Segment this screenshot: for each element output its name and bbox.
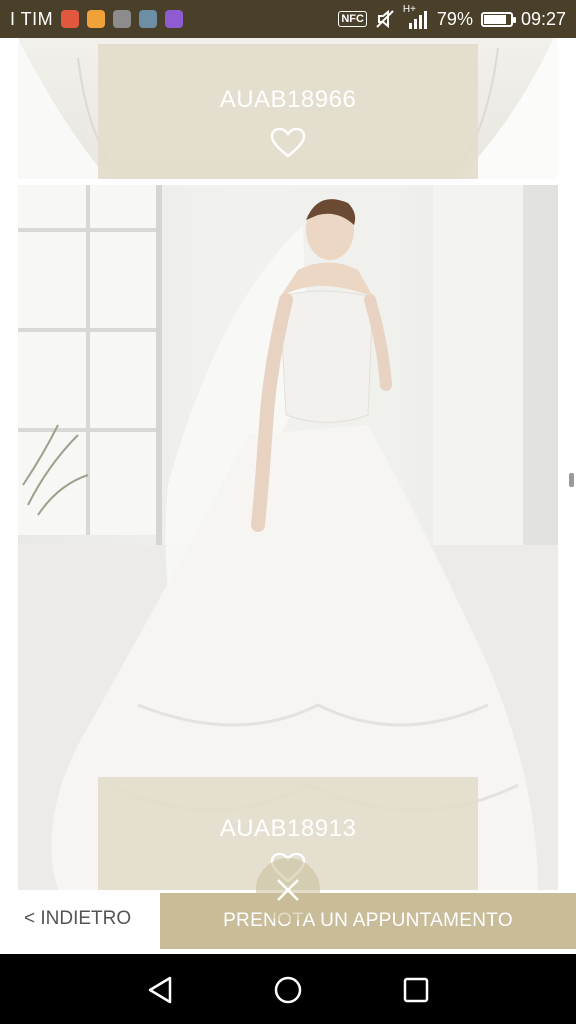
scrollbar-thumb[interactable] bbox=[569, 473, 574, 487]
clock: 09:27 bbox=[520, 8, 566, 29]
battery-level bbox=[483, 14, 507, 24]
recents-square-icon[interactable] bbox=[401, 975, 431, 1005]
product-card[interactable]: AUAB18966 bbox=[18, 38, 558, 179]
navigation-bar bbox=[0, 954, 576, 1024]
close-icon bbox=[277, 879, 299, 901]
back-triangle-icon[interactable] bbox=[144, 974, 176, 1006]
home-circle-icon[interactable] bbox=[272, 974, 304, 1006]
product-card[interactable]: AUAB18913 bbox=[18, 185, 558, 890]
status-bar-left: I TIM bbox=[10, 0, 184, 38]
close-fab-button[interactable] bbox=[256, 858, 320, 922]
app-notification-icon bbox=[61, 10, 80, 28]
nfc-icon: NFC bbox=[338, 11, 367, 27]
battery-icon bbox=[480, 11, 516, 27]
app-notification-icon bbox=[87, 10, 106, 28]
signal-icon: H+ bbox=[403, 4, 429, 30]
product-list[interactable]: AUAB18966 AUAB18913 bbox=[0, 38, 576, 890]
book-appointment-button[interactable]: PRENOTA UN APPUNTAMENTO bbox=[160, 893, 576, 949]
gallery-icon bbox=[113, 10, 132, 28]
product-code: AUAB18913 bbox=[219, 815, 357, 842]
image-icon bbox=[139, 10, 158, 28]
status-bar-right: NFC H+ 79% 09:27 bbox=[338, 0, 566, 38]
product-code: AUAB18966 bbox=[219, 86, 357, 113]
video-icon bbox=[165, 10, 184, 28]
status-bar: I TIM NFC H+ 79% 09:27 bbox=[0, 0, 576, 38]
back-button[interactable]: < INDIETRO bbox=[24, 890, 131, 954]
heart-outline-icon[interactable] bbox=[270, 127, 306, 159]
product-label: AUAB18966 bbox=[98, 44, 478, 179]
battery-percent: 79% bbox=[436, 8, 473, 29]
carrier-name: I TIM bbox=[10, 8, 54, 29]
mute-icon bbox=[376, 9, 394, 29]
